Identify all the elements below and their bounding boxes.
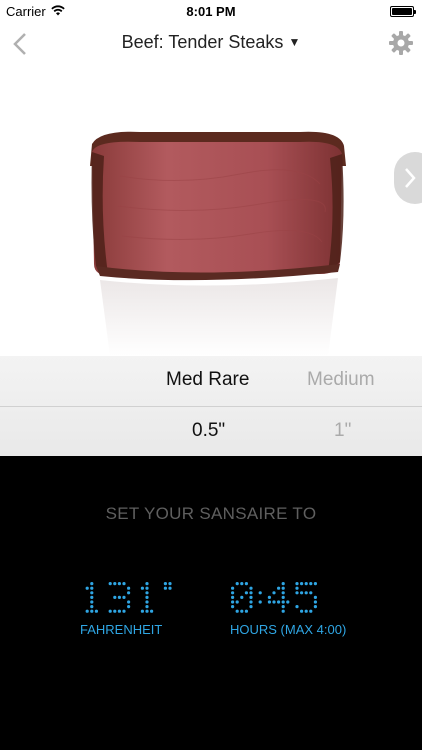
page-title: Beef: Tender Steaks — [121, 32, 284, 52]
set-heading: SET YOUR SANSAIRE TO — [105, 504, 317, 523]
doneness-option-next[interactable]: Medium — [307, 369, 375, 391]
status-right — [390, 5, 416, 17]
status-time: 8:01 PM — [186, 3, 236, 19]
status-bar: Carrier 8:01 PM — [0, 0, 422, 22]
gear-icon — [389, 31, 413, 55]
temperature-value — [85, 582, 172, 613]
steak-photo — [0, 66, 422, 356]
time-unit: HOURS (MAX 4:00) — [230, 622, 347, 637]
battery-icon — [390, 5, 416, 17]
temperature-readout: FAHRENHEIT — [80, 580, 240, 637]
thickness-picker[interactable]: 0.5" 1" — [0, 406, 422, 456]
thickness-option-selected[interactable]: 0.5" — [192, 420, 225, 442]
settings-panel: SET YOUR SANSAIRE TO FAHRENHEIT HOURS (M… — [0, 456, 422, 750]
temperature-unit: FAHRENHEIT — [80, 622, 163, 637]
settings-button[interactable] — [388, 30, 414, 56]
time-readout: HOURS (MAX 4:00) — [230, 580, 390, 637]
option-pickers: Med Rare Medium 0.5" 1" — [0, 356, 422, 456]
next-photo-button[interactable] — [394, 152, 422, 204]
thickness-option-next[interactable]: 1" — [334, 420, 351, 442]
chevron-right-icon — [405, 168, 416, 188]
chevron-down-icon: ▼ — [288, 35, 301, 49]
doneness-picker[interactable]: Med Rare Medium — [0, 356, 422, 406]
time-value — [231, 582, 317, 613]
steak-illustration — [90, 131, 346, 356]
nav-bar: Beef: Tender Steaks ▼ — [0, 22, 422, 66]
doneness-option-selected[interactable]: Med Rare — [166, 369, 249, 391]
recipe-category-selector[interactable]: Beef: Tender Steaks ▼ — [0, 32, 422, 53]
